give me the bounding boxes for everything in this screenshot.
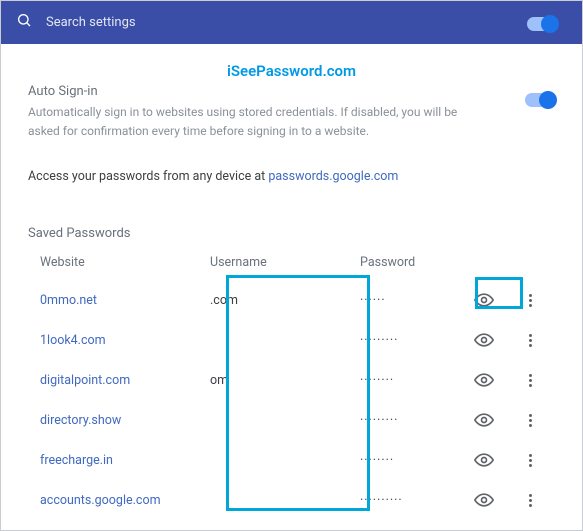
- row-menu-button[interactable]: [520, 406, 540, 434]
- table-row: directory.show ·········: [28, 400, 555, 440]
- show-password-button[interactable]: [470, 406, 498, 434]
- table-row: accounts.google.com ··········: [28, 480, 555, 520]
- show-password-button[interactable]: [470, 326, 498, 354]
- passwords-table: Website Username Password 0mmo.net .com …: [28, 255, 555, 520]
- show-password-button[interactable]: [470, 366, 498, 394]
- auto-signin-desc: Automatically sign in to websites using …: [28, 103, 468, 141]
- password-cell: ······: [360, 293, 470, 308]
- col-username: Username: [210, 255, 360, 270]
- row-menu-button[interactable]: [520, 326, 540, 354]
- password-cell: ·········: [360, 413, 470, 428]
- website-link[interactable]: accounts.google.com: [40, 493, 210, 508]
- access-passwords-line: Access your passwords from any device at…: [28, 169, 555, 184]
- website-link[interactable]: freecharge.in: [40, 453, 210, 468]
- show-password-button[interactable]: [470, 286, 498, 314]
- show-password-button[interactable]: [470, 486, 498, 514]
- table-header: Website Username Password: [28, 255, 555, 280]
- show-password-button[interactable]: [470, 446, 498, 474]
- search-icon: [16, 12, 32, 32]
- settings-content: iSeePassword.com Auto Sign-in Automatica…: [0, 44, 583, 520]
- table-row: freecharge.in ········: [28, 440, 555, 480]
- username-cell: om: [210, 373, 360, 388]
- website-link[interactable]: directory.show: [40, 413, 210, 428]
- saved-passwords-title: Saved Passwords: [28, 226, 555, 241]
- watermark-text: iSeePassword.com: [28, 62, 555, 80]
- auto-signin-toggle[interactable]: [525, 92, 555, 111]
- row-menu-button[interactable]: [520, 486, 540, 514]
- col-password: Password: [360, 255, 470, 270]
- row-menu-button[interactable]: [520, 366, 540, 394]
- auto-signin-row: Auto Sign-in Automatically sign in to we…: [28, 84, 555, 141]
- access-prefix: Access your passwords from any device at: [28, 169, 268, 184]
- offer-save-toggle[interactable]: [527, 16, 557, 35]
- password-cell: ········: [360, 453, 470, 468]
- table-row: 1look4.com ·········: [28, 320, 555, 360]
- table-row: digitalpoint.com om ········: [28, 360, 555, 400]
- username-cell: .com: [210, 293, 360, 308]
- auto-signin-title: Auto Sign-in: [28, 84, 555, 99]
- passwords-google-link[interactable]: passwords.google.com: [268, 169, 398, 184]
- password-cell: ·········: [360, 333, 470, 348]
- search-bar[interactable]: Search settings: [0, 0, 583, 44]
- row-menu-button[interactable]: [520, 286, 540, 314]
- website-link[interactable]: digitalpoint.com: [40, 373, 210, 388]
- row-menu-button[interactable]: [520, 446, 540, 474]
- website-link[interactable]: 0mmo.net: [40, 293, 210, 308]
- col-website: Website: [40, 255, 210, 270]
- website-link[interactable]: 1look4.com: [40, 333, 210, 348]
- search-placeholder: Search settings: [46, 15, 136, 30]
- password-cell: ········: [360, 373, 470, 388]
- password-cell: ··········: [360, 493, 470, 508]
- table-row: 0mmo.net .com ······: [28, 280, 555, 320]
